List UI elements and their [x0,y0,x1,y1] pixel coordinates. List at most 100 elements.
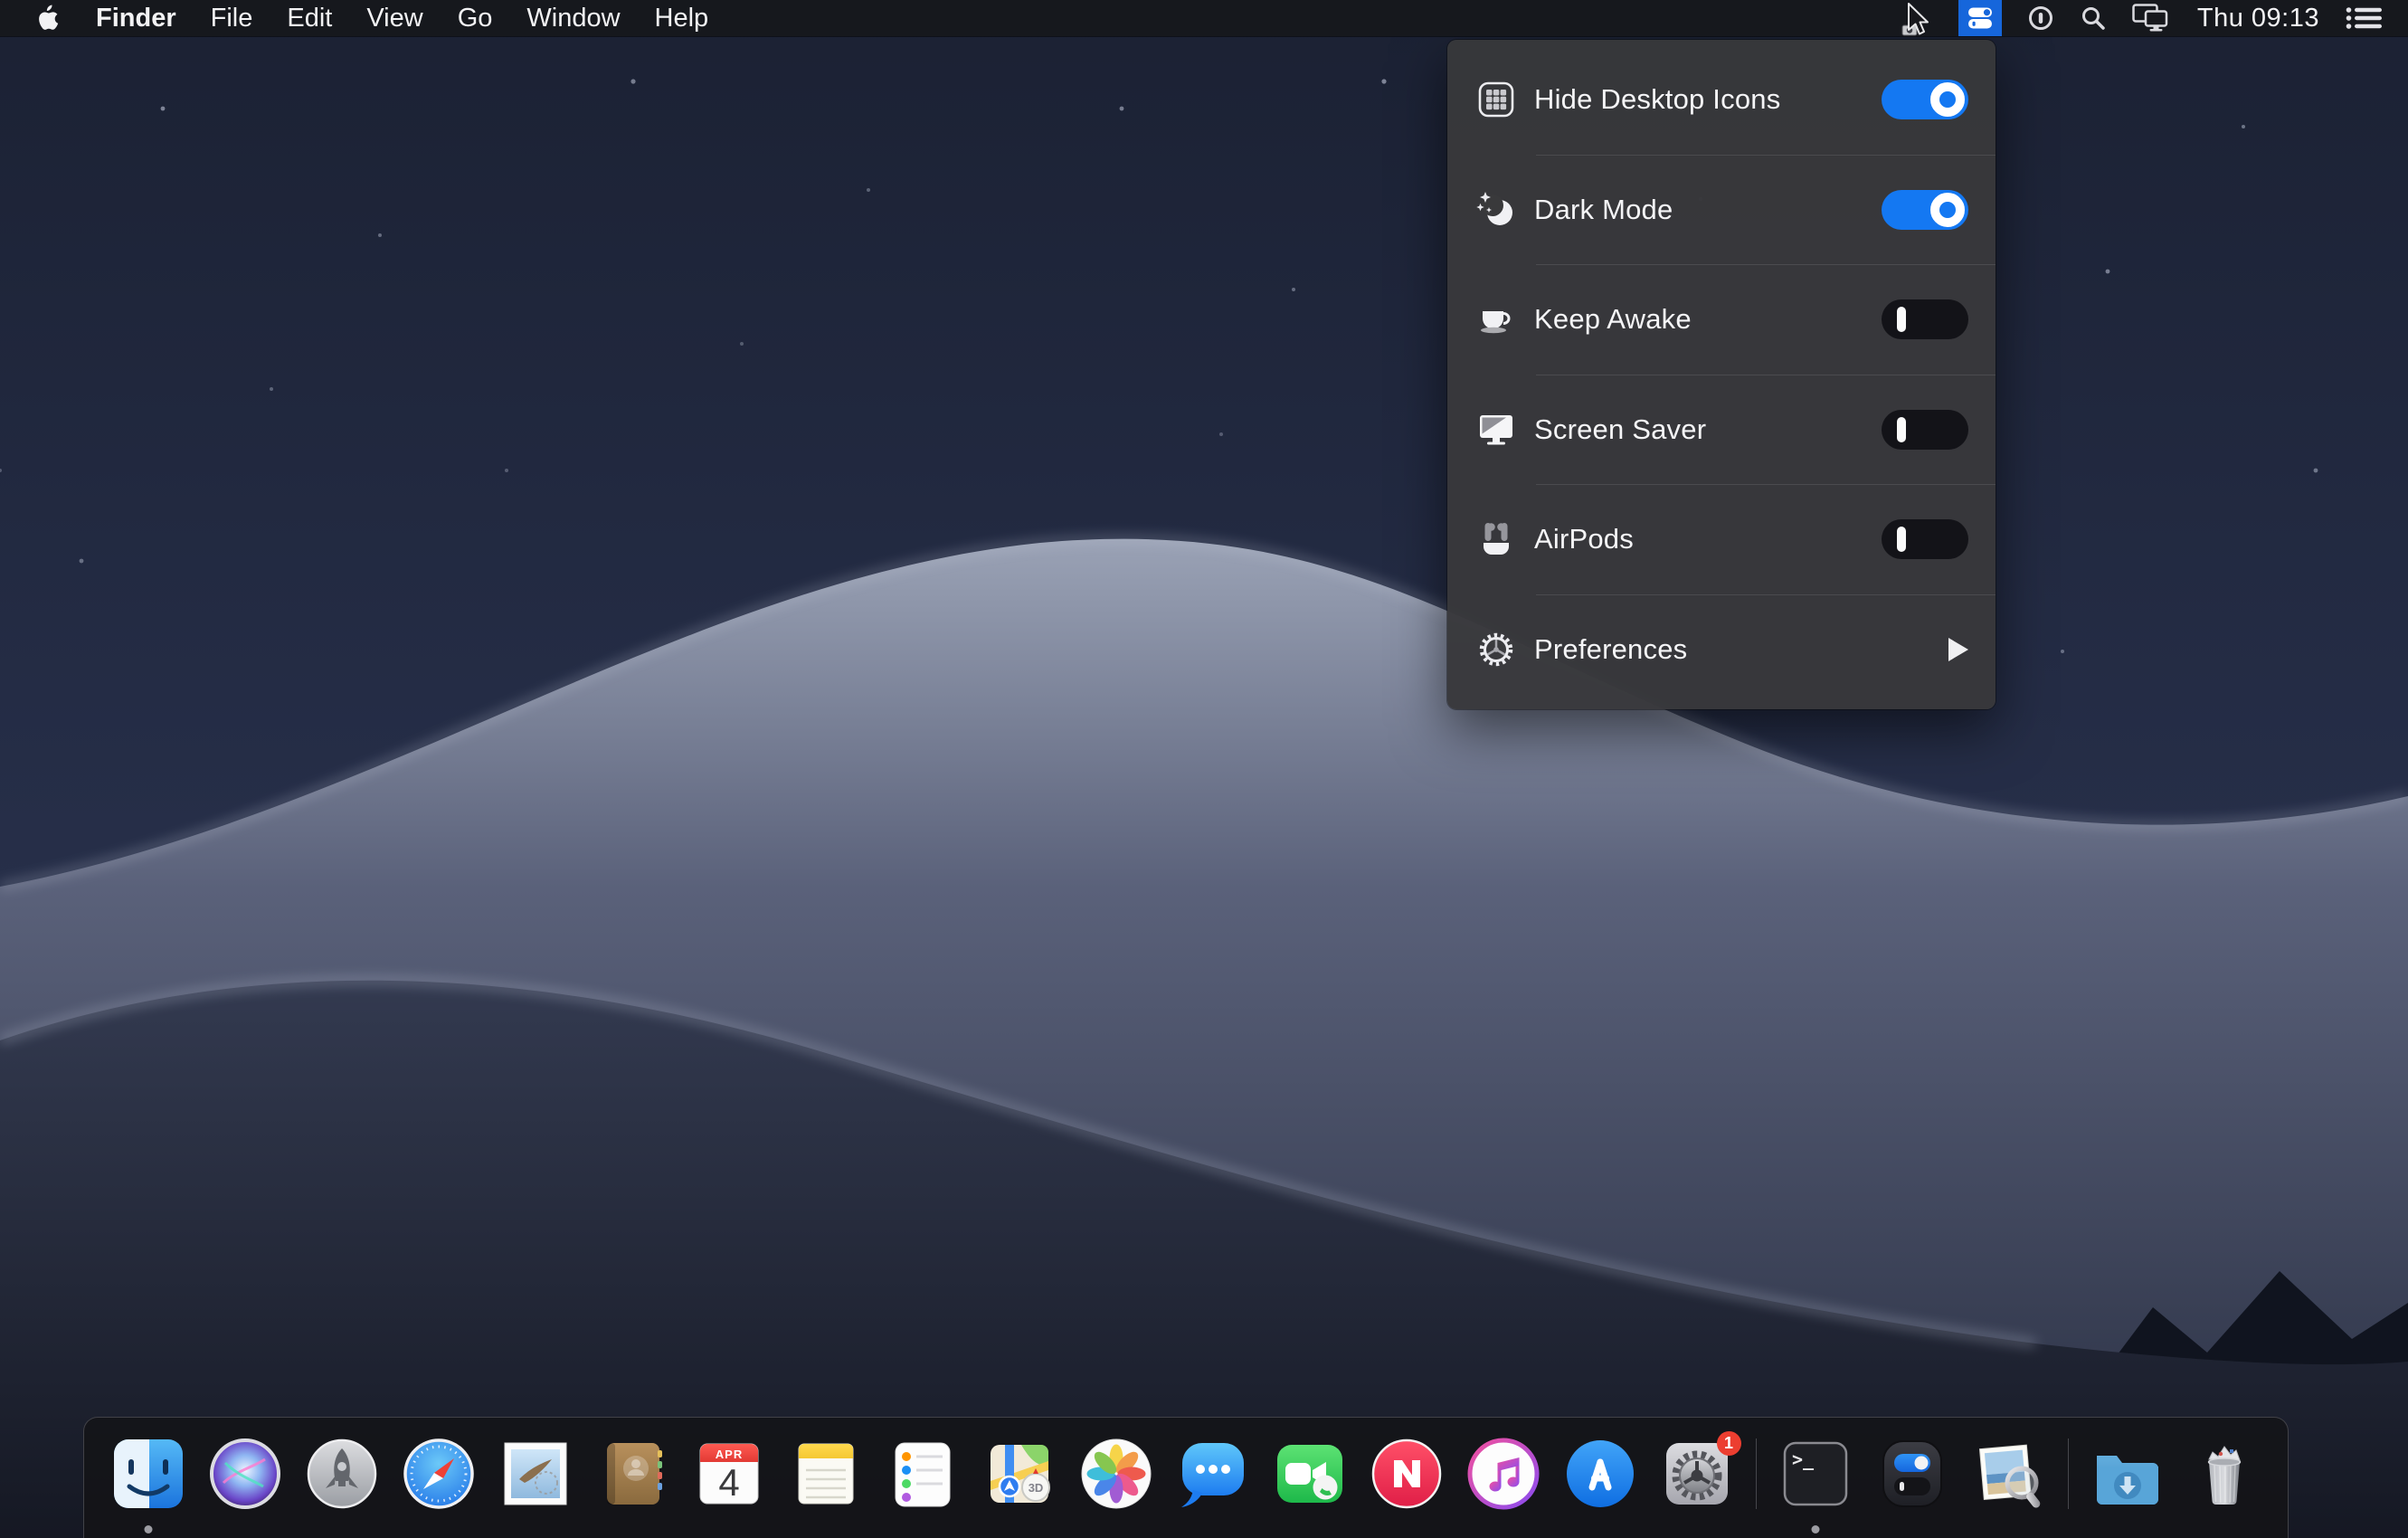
svg-text:>_: >_ [1792,1448,1815,1470]
dock-item-calendar[interactable]: APR 4 [691,1436,767,1512]
airpods-label: AirPods [1534,523,1634,555]
menu-bar-status-area: Thu 09:13 [1958,0,2384,36]
one-switch-icon [1967,5,1994,32]
panel-row-hide-desktop-icons[interactable]: Hide Desktop Icons [1447,45,1996,155]
dock-item-terminal[interactable]: >_ [1778,1436,1853,1512]
notification-badge: 1 [1717,1431,1741,1456]
itunes-icon [1465,1436,1541,1512]
hide-desktop-icons-label: Hide Desktop Icons [1534,83,1780,116]
one-switch-panel: Hide Desktop Icons Dark Mode Keep Awake [1447,40,1996,709]
dock-item-maps[interactable]: 3D [981,1436,1057,1512]
dark-mode-label: Dark Mode [1534,194,1673,226]
menu-file[interactable]: File [211,4,253,33]
screen-saver-toggle[interactable] [1882,410,1968,450]
dock-separator [2068,1438,2069,1509]
menu-view[interactable]: View [366,4,422,33]
dock-item-itunes[interactable] [1465,1436,1541,1512]
dock-item-facetime[interactable] [1272,1436,1348,1512]
1password-menubar-icon[interactable] [2027,5,2054,32]
coffee-cup-icon [1474,299,1518,340]
keep-awake-toggle[interactable] [1882,299,1968,339]
mail-icon [498,1436,574,1512]
menu-bar: Finder File Edit View Go Window Help [0,0,2408,36]
one-switch-app-icon [1874,1436,1950,1512]
dock-item-trash[interactable] [2186,1436,2262,1512]
messages-icon [1175,1436,1251,1512]
desktop: { "menu_bar": { "app_name": "Finder", "m… [0,0,2408,1538]
launchpad-icon [304,1436,380,1512]
display-icon [1474,409,1518,451]
panel-row-dark-mode[interactable]: Dark Mode [1447,156,1996,265]
finder-icon [110,1436,186,1512]
panel-row-keep-awake[interactable]: Keep Awake [1447,265,1996,375]
toggle-knob [1930,82,1965,117]
dock-item-siri[interactable] [207,1436,283,1512]
preferences-label: Preferences [1534,633,1687,666]
airpods-toggle[interactable] [1882,519,1968,559]
list-menu-icon[interactable] [2345,5,2384,32]
dock-item-preview[interactable] [1971,1436,2047,1512]
notes-icon [788,1436,864,1512]
safari-icon [401,1436,477,1512]
toggle-knob [1930,193,1965,227]
toggle-knob [1897,307,1906,332]
maps-icon: 3D [981,1436,1057,1512]
facetime-icon [1272,1436,1348,1512]
menu-edit[interactable]: Edit [287,4,332,33]
dock-item-downloads[interactable] [2090,1436,2166,1512]
dock-item-notes[interactable] [788,1436,864,1512]
dock-item-news[interactable] [1369,1436,1445,1512]
dock-item-contacts[interactable] [594,1436,670,1512]
hide-desktop-icons-toggle[interactable] [1882,80,1968,119]
dock-item-one-switch[interactable] [1874,1436,1950,1512]
apple-menu-icon[interactable] [38,5,62,32]
svg-text:3D: 3D [1028,1481,1043,1495]
dock-item-messages[interactable] [1175,1436,1251,1512]
toggle-knob [1897,527,1906,552]
menu-window[interactable]: Window [526,4,620,33]
reminders-icon [885,1436,961,1512]
calendar-icon: APR 4 [691,1436,767,1512]
menubar-clock[interactable]: Thu 09:13 [2197,4,2319,33]
dock: APR 4 [83,1417,2289,1538]
trash-icon [2186,1436,2262,1512]
mouse-cursor [1901,3,1938,41]
photos-icon [1078,1436,1154,1512]
downloads-folder-icon [2090,1436,2166,1512]
desktop-grid-icon [1474,79,1518,120]
gear-icon [1474,629,1518,670]
dock-item-safari[interactable] [401,1436,477,1512]
running-indicator [144,1525,152,1533]
panel-row-screen-saver[interactable]: Screen Saver [1447,375,1996,485]
menu-help[interactable]: Help [655,4,709,33]
svg-text:APR: APR [715,1448,742,1461]
contacts-icon [594,1436,670,1512]
terminal-icon: >_ [1778,1436,1853,1512]
panel-row-preferences[interactable]: Preferences [1447,595,1996,705]
news-icon [1369,1436,1445,1512]
svg-text:4: 4 [718,1461,739,1504]
menu-go[interactable]: Go [458,4,493,33]
dock-item-launchpad[interactable] [304,1436,380,1512]
menu-bar-left: Finder File Edit View Go Window Help [38,4,708,33]
keep-awake-label: Keep Awake [1534,303,1692,336]
running-indicator [1811,1525,1819,1533]
spotlight-search-icon[interactable] [2080,5,2107,32]
dock-item-photos[interactable] [1078,1436,1154,1512]
app-store-icon [1562,1436,1638,1512]
displays-menubar-icon[interactable] [2132,4,2172,33]
dock-separator [1756,1438,1757,1509]
screen-saver-label: Screen Saver [1534,413,1706,446]
submenu-arrow-icon [1948,638,1968,661]
one-switch-menubar-item[interactable] [1958,0,2002,36]
panel-row-airpods[interactable]: AirPods [1447,485,1996,594]
dock-item-finder[interactable] [110,1436,186,1512]
dock-item-mail[interactable] [498,1436,574,1512]
dark-mode-toggle[interactable] [1882,190,1968,230]
menu-app-name[interactable]: Finder [96,4,176,33]
toggle-knob [1897,417,1906,442]
moon-sparkles-icon [1474,189,1518,231]
dock-item-reminders[interactable] [885,1436,961,1512]
dock-item-system-preferences[interactable]: 1 [1659,1436,1735,1512]
dock-item-app-store[interactable] [1562,1436,1638,1512]
